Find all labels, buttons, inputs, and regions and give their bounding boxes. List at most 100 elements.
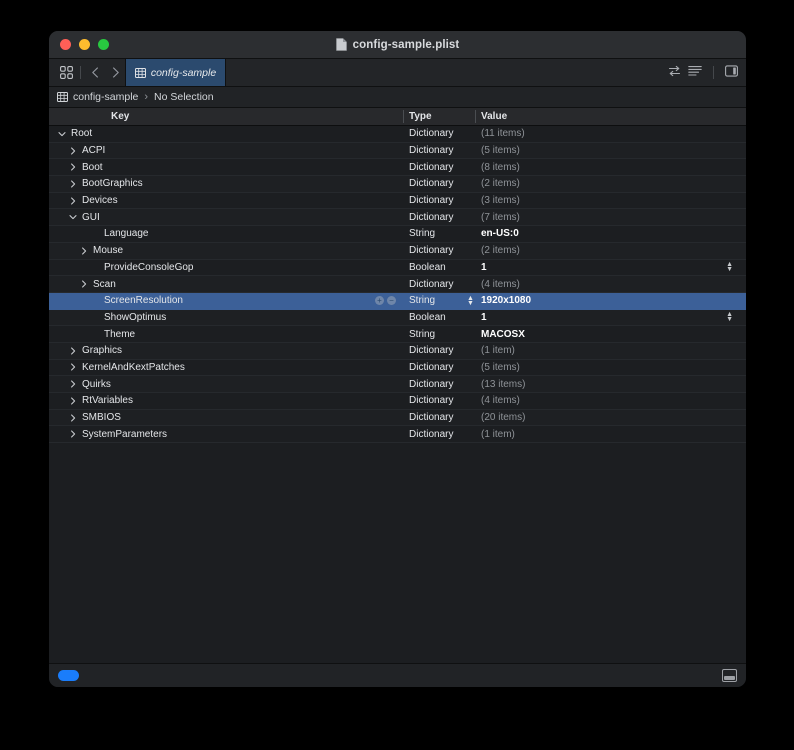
chevron-down-icon[interactable] xyxy=(57,130,67,138)
chevron-right-icon[interactable] xyxy=(68,146,78,155)
chevron-right-icon[interactable] xyxy=(68,163,78,171)
chevron-right-icon[interactable] xyxy=(79,247,89,255)
column-header-key[interactable]: Key xyxy=(111,108,129,125)
row-type-cell[interactable]: Dictionary xyxy=(409,345,453,356)
breadcrumb-root[interactable]: config-sample xyxy=(73,91,138,103)
row-value-cell[interactable]: 1 xyxy=(481,262,487,273)
row-key-cell[interactable]: Theme xyxy=(90,329,135,340)
table-row[interactable]: Mouse Dictionary (2 items) xyxy=(49,242,746,260)
chevron-right-icon[interactable] xyxy=(68,363,78,372)
row-value-cell[interactable]: (13 items) xyxy=(481,379,525,390)
row-value-cell[interactable]: (4 items) xyxy=(481,395,520,406)
row-type-cell[interactable]: Boolean xyxy=(409,312,446,323)
row-type-cell[interactable]: Dictionary xyxy=(409,162,453,173)
column-header-type[interactable]: Type xyxy=(409,108,432,125)
row-key-cell[interactable]: GUI xyxy=(68,212,100,223)
row-value-cell[interactable]: (5 items) xyxy=(481,362,520,373)
remove-row-button[interactable]: − xyxy=(387,296,396,306)
row-value-cell[interactable]: (8 items) xyxy=(481,162,520,173)
row-type-cell[interactable]: Dictionary xyxy=(409,178,453,189)
row-value-cell[interactable]: (2 items) xyxy=(481,245,520,256)
row-value-cell[interactable]: 1 xyxy=(481,312,487,323)
plist-table[interactable]: Root Dictionary (11 items) ACPI Dictionary (5… xyxy=(49,126,746,663)
row-type-cell[interactable]: Dictionary xyxy=(409,395,453,406)
bottom-panel-icon[interactable] xyxy=(722,669,737,682)
boolean-stepper[interactable]: ▲ ▼ xyxy=(726,261,733,273)
list-lines-icon[interactable] xyxy=(688,64,702,82)
column-header-value[interactable]: Value xyxy=(481,108,507,125)
sidebar-toggle-icon[interactable] xyxy=(725,64,738,82)
table-row[interactable]: GUI Dictionary (7 items) xyxy=(49,209,746,227)
row-key-cell[interactable]: ShowOptimus xyxy=(90,312,166,323)
row-type-cell[interactable]: Dictionary xyxy=(409,245,453,256)
table-row[interactable]: ScreenResolution + − String ▲ ▼ 1920x1080 xyxy=(49,292,746,310)
row-type-cell[interactable]: Dictionary xyxy=(409,362,453,373)
tab-config-sample[interactable]: config-sample xyxy=(125,59,226,86)
table-row[interactable]: Boot Dictionary (8 items) xyxy=(49,159,746,177)
table-row[interactable]: Theme String MACOSX xyxy=(49,326,746,343)
row-value-cell[interactable]: 1920x1080 xyxy=(481,295,531,306)
row-type-cell[interactable]: Dictionary xyxy=(409,145,453,156)
row-value-cell[interactable]: (11 items) xyxy=(481,128,525,139)
row-key-cell[interactable]: SystemParameters xyxy=(68,429,167,440)
table-row[interactable]: ShowOptimus Boolean 1 ▲ ▼ xyxy=(49,309,746,327)
grid-icon[interactable] xyxy=(56,59,76,86)
table-row[interactable]: ProvideConsoleGop Boolean 1 ▲ ▼ xyxy=(49,259,746,277)
chevron-right-icon[interactable] xyxy=(68,347,78,355)
row-key-cell[interactable]: Mouse xyxy=(79,245,123,256)
chevron-right-icon[interactable] xyxy=(68,197,78,205)
zoom-button[interactable] xyxy=(98,39,109,50)
table-row[interactable]: ACPI Dictionary (5 items) xyxy=(49,142,746,160)
swap-arrows-icon[interactable] xyxy=(668,64,681,82)
row-type-cell[interactable]: Dictionary xyxy=(409,128,453,139)
table-row[interactable]: SMBIOS Dictionary (20 items) xyxy=(49,409,746,427)
chevron-right-icon[interactable] xyxy=(68,430,78,438)
chevron-right-icon[interactable] xyxy=(68,380,78,388)
table-row[interactable]: KernelAndKextPatches Dictionary (5 items) xyxy=(49,359,746,377)
row-type-cell[interactable]: Dictionary xyxy=(409,279,453,290)
row-type-cell[interactable]: Dictionary xyxy=(409,212,453,223)
row-key-cell[interactable]: ACPI xyxy=(68,145,105,156)
row-type-cell[interactable]: Boolean xyxy=(409,262,446,273)
row-type-cell[interactable]: Dictionary xyxy=(409,429,453,440)
row-value-cell[interactable]: (7 items) xyxy=(481,212,520,223)
chevron-right-icon[interactable] xyxy=(79,280,89,288)
chevron-down-icon[interactable] xyxy=(68,213,78,221)
row-key-cell[interactable]: Root xyxy=(57,128,92,139)
boolean-stepper[interactable]: ▲ ▼ xyxy=(726,311,733,323)
chevron-right-icon[interactable] xyxy=(68,413,78,422)
column-divider-1[interactable] xyxy=(403,110,404,123)
row-key-cell[interactable]: Quirks xyxy=(68,379,111,390)
row-value-cell[interactable]: (1 item) xyxy=(481,345,515,356)
row-key-cell[interactable]: ProvideConsoleGop xyxy=(90,262,194,273)
row-type-cell[interactable]: String xyxy=(409,228,435,239)
table-row[interactable]: Graphics Dictionary (1 item) xyxy=(49,342,746,360)
row-type-cell[interactable]: String xyxy=(409,329,435,340)
row-key-cell[interactable]: Graphics xyxy=(68,345,122,356)
table-row[interactable]: SystemParameters Dictionary (1 item) xyxy=(49,426,746,444)
row-type-cell[interactable]: Dictionary xyxy=(409,195,453,206)
row-value-cell[interactable]: (2 items) xyxy=(481,178,520,189)
row-type-cell[interactable]: String xyxy=(409,295,435,306)
row-value-cell[interactable]: en-US:0 xyxy=(481,228,519,239)
row-value-cell[interactable]: MACOSX xyxy=(481,329,525,340)
row-value-cell[interactable]: (5 items) xyxy=(481,145,520,156)
chevron-right-icon[interactable] xyxy=(68,397,78,405)
chevron-right-icon[interactable] xyxy=(68,180,78,188)
table-row[interactable]: Language String en-US:0 xyxy=(49,226,746,243)
row-value-cell[interactable]: (3 items) xyxy=(481,195,520,206)
minimize-button[interactable] xyxy=(79,39,90,50)
chevron-right-icon[interactable] xyxy=(105,59,125,86)
table-row[interactable]: Root Dictionary (11 items) xyxy=(49,126,746,143)
row-key-cell[interactable]: Language xyxy=(90,228,149,239)
row-key-cell[interactable]: Scan xyxy=(79,279,116,290)
row-value-cell[interactable]: (1 item) xyxy=(481,429,515,440)
row-key-cell[interactable]: ScreenResolution xyxy=(90,295,183,306)
row-key-cell[interactable]: KernelAndKextPatches xyxy=(68,362,185,373)
row-type-cell[interactable]: Dictionary xyxy=(409,412,453,423)
window-titlebar[interactable]: config-sample.plist xyxy=(49,31,746,59)
row-key-cell[interactable]: RtVariables xyxy=(68,395,133,406)
close-button[interactable] xyxy=(60,39,71,50)
row-value-cell[interactable]: (4 items) xyxy=(481,279,520,290)
type-stepper[interactable]: ▲ ▼ xyxy=(467,295,474,307)
